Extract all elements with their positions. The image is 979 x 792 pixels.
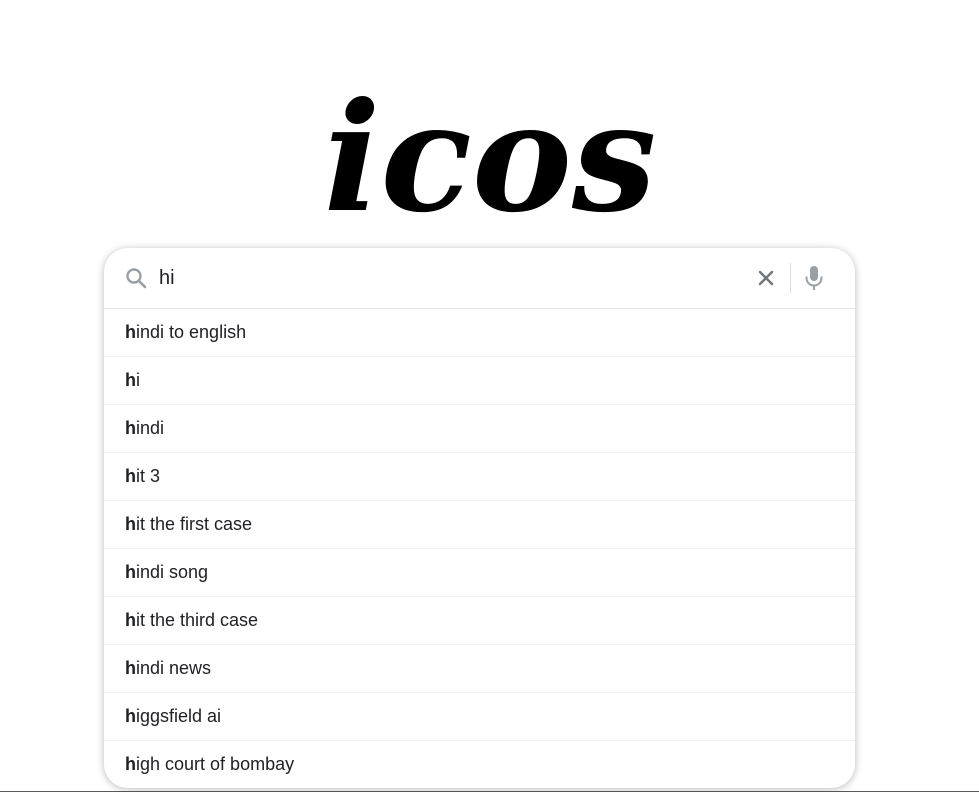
- suggestion-match: h: [125, 754, 136, 774]
- suggestion-item[interactable]: higgsfield ai: [104, 693, 855, 741]
- suggestion-completion: it 3: [136, 466, 161, 486]
- suggestion-item[interactable]: hit 3: [104, 453, 855, 501]
- suggestion-match: h: [125, 418, 136, 438]
- close-icon[interactable]: [754, 266, 778, 290]
- suggestion-list: hindi to english hi hindi hit 3 hit the …: [104, 309, 855, 788]
- logo-text: icos: [323, 70, 656, 240]
- suggestion-item[interactable]: hit the first case: [104, 501, 855, 549]
- suggestion-match: h: [125, 658, 136, 678]
- search-input[interactable]: [159, 262, 739, 294]
- suggestion-completion: i: [136, 370, 140, 390]
- search-page: icos hi hindi to english hi hindi hit 3 …: [0, 0, 979, 792]
- suggestion-match: h: [125, 610, 136, 630]
- search-bar: [104, 248, 855, 309]
- suggestion-completion: indi: [136, 418, 165, 438]
- suggestion-item[interactable]: hit the third case: [104, 597, 855, 645]
- suggestion-match: h: [125, 370, 136, 390]
- clear-button[interactable]: [754, 266, 778, 290]
- suggestion-completion: indi to english: [136, 322, 247, 342]
- suggestion-match: h: [125, 562, 136, 582]
- suggestion-item[interactable]: high court of bombay: [104, 741, 855, 788]
- suggestion-item[interactable]: hindi news: [104, 645, 855, 693]
- logo-wordmark: icos: [323, 70, 656, 240]
- suggestion-item[interactable]: hi: [104, 357, 855, 405]
- voice-search-button[interactable]: [802, 264, 826, 292]
- suggestion-completion: indi news: [136, 658, 212, 678]
- suggestion-completion: it the third case: [136, 610, 259, 630]
- search-box: hindi to english hi hindi hit 3 hit the …: [104, 248, 855, 788]
- suggestion-completion: it the first case: [136, 514, 253, 534]
- suggestion-item[interactable]: hindi: [104, 405, 855, 453]
- suggestion-item[interactable]: hindi song: [104, 549, 855, 597]
- suggestion-completion: iggsfield ai: [136, 706, 222, 726]
- suggestion-completion: indi song: [136, 562, 209, 582]
- search-icon: [124, 266, 148, 290]
- logo: icos: [0, 60, 979, 240]
- divider: [790, 263, 791, 293]
- microphone-icon[interactable]: [802, 264, 826, 292]
- suggestion-completion: igh court of bombay: [136, 754, 295, 774]
- suggestion-match: h: [125, 466, 136, 486]
- suggestion-match: h: [125, 322, 136, 342]
- suggestion-match: h: [125, 514, 136, 534]
- suggestion-item[interactable]: hindi to english: [104, 309, 855, 357]
- suggestion-match: h: [125, 706, 136, 726]
